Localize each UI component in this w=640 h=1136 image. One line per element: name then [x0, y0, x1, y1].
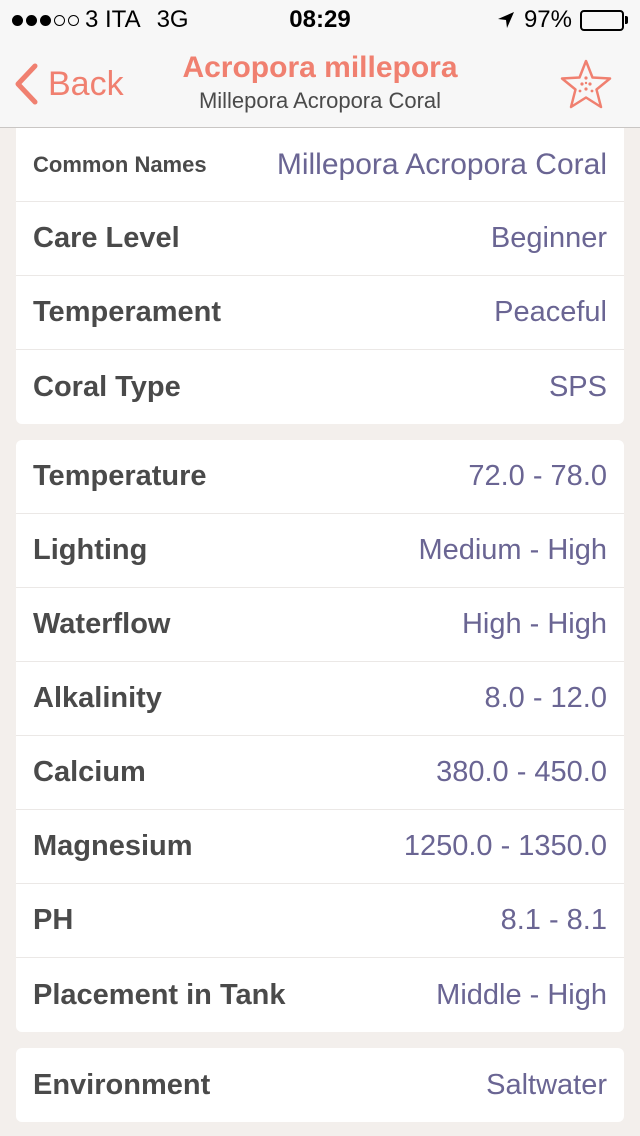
row-value: 72.0 - 78.0 [468, 460, 607, 492]
param-row-calcium: Calcium 380.0 - 450.0 [16, 736, 624, 810]
status-right: 97% [496, 6, 628, 34]
param-row-waterflow: Waterflow High - High [16, 588, 624, 662]
row-value: Middle - High [436, 978, 607, 1011]
status-left: 3 ITA 3G [12, 6, 189, 34]
row-label: Waterflow [33, 608, 171, 640]
navigation-bar: Back Acropora millepora Millepora Acropo… [0, 40, 640, 128]
battery-percentage: 97% [523, 6, 572, 33]
water-parameters-card: Temperature 72.0 - 78.0 Lighting Medium … [16, 440, 624, 1032]
param-row-alkalinity: Alkalinity 8.0 - 12.0 [16, 662, 624, 736]
row-value: Peaceful [494, 296, 607, 328]
param-row-temperature: Temperature 72.0 - 78.0 [16, 440, 624, 514]
row-value: 380.0 - 450.0 [436, 756, 607, 788]
row-label: Care Level [33, 222, 180, 254]
info-row-temperament: Temperament Peaceful [16, 276, 624, 350]
row-label: Temperature [33, 460, 207, 492]
row-value: Millepora Acropora Coral [276, 147, 607, 181]
row-label: Common Names [33, 151, 207, 177]
param-row-magnesium: Magnesium 1250.0 - 1350.0 [16, 810, 624, 884]
row-value: Medium - High [418, 534, 607, 566]
page-title: Acropora millepora [182, 51, 458, 84]
row-value: 8.0 - 12.0 [484, 682, 607, 714]
nav-title-block: Acropora millepora Millepora Acropora Co… [140, 50, 500, 116]
signal-strength-icon [12, 14, 79, 26]
chevron-left-icon [15, 63, 38, 105]
row-label: Environment [33, 1068, 211, 1101]
back-button-label: Back [48, 64, 124, 103]
row-label: Placement in Tank [33, 978, 286, 1011]
row-value: 1250.0 - 1350.0 [403, 830, 607, 862]
row-label: Magnesium [33, 830, 193, 862]
environment-card: Environment Saltwater [16, 1048, 624, 1122]
row-label: Calcium [33, 756, 146, 788]
row-value: 8.1 - 8.1 [500, 904, 607, 936]
info-row-coral-type: Coral Type SPS [16, 350, 624, 424]
star-icon [560, 59, 612, 109]
general-info-card: Common Names Millepora Acropora Coral Ca… [16, 128, 624, 424]
row-value: SPS [548, 370, 607, 403]
status-bar: 3 ITA 3G 08:29 97% [0, 0, 640, 40]
info-row-care-level: Care Level Beginner [16, 202, 624, 276]
favorite-button[interactable] [560, 58, 612, 110]
network-type: 3G [156, 6, 189, 33]
param-row-ph: PH 8.1 - 8.1 [16, 884, 624, 958]
row-value: Saltwater [486, 1068, 607, 1101]
param-row-lighting: Lighting Medium - High [16, 514, 624, 588]
info-row-common-names: Common Names Millepora Acropora Coral [16, 128, 624, 202]
row-value: High - High [461, 608, 607, 640]
carrier-name: 3 ITA [85, 6, 141, 33]
row-label: Alkalinity [33, 682, 162, 714]
row-label: Coral Type [33, 370, 181, 403]
row-label: Lighting [33, 534, 148, 566]
info-row-environment: Environment Saltwater [16, 1048, 624, 1122]
page-subtitle: Millepora Acropora Coral [198, 88, 442, 113]
battery-icon [580, 9, 628, 31]
row-label: Temperament [33, 296, 222, 328]
row-label: PH [33, 904, 74, 936]
row-value: Beginner [490, 222, 607, 254]
back-button[interactable]: Back [14, 60, 124, 108]
param-row-placement: Placement in Tank Middle - High [16, 958, 624, 1032]
location-arrow-icon [497, 12, 514, 28]
